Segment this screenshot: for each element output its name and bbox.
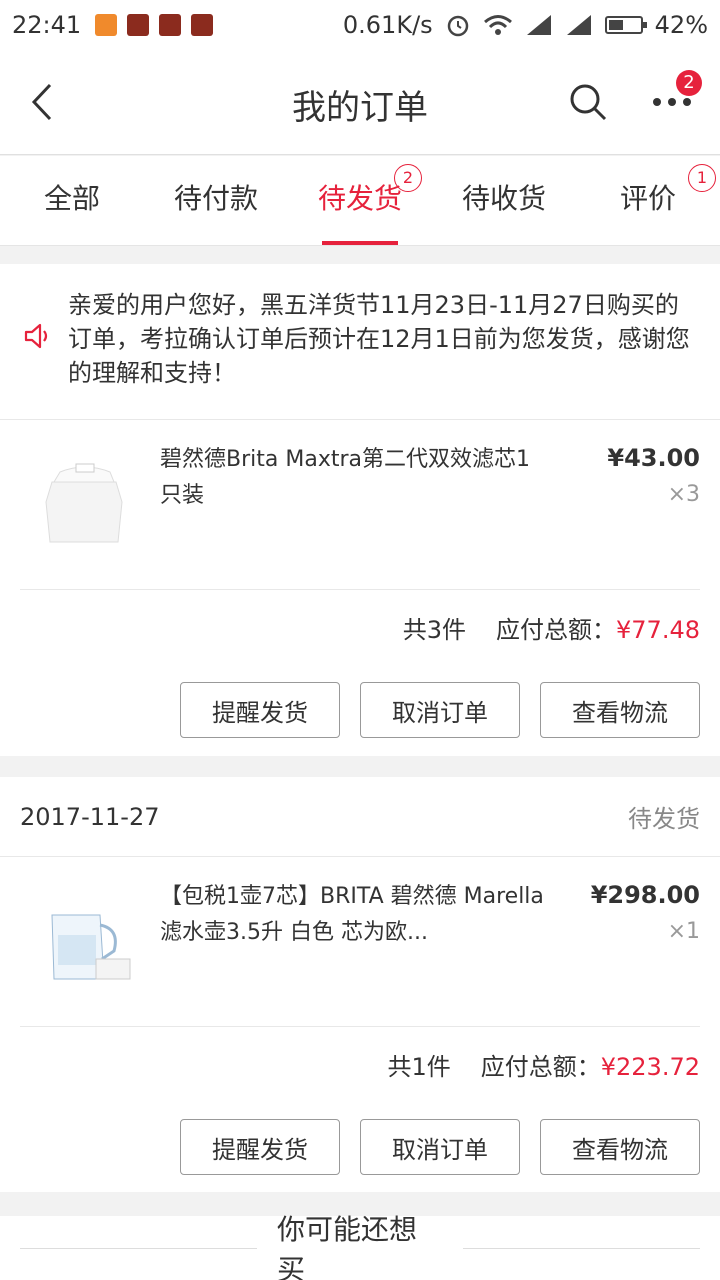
tab-review[interactable]: 评价 1 [576, 156, 720, 245]
product-quantity: ×1 [667, 919, 700, 944]
tab-label: 全部 [43, 182, 100, 215]
tab-label: 待发货 [317, 182, 402, 215]
divider-line [20, 1247, 258, 1249]
order-actions: 提醒发货 取消订单 查看物流 [0, 1107, 720, 1197]
tab-label: 待付款 [173, 182, 258, 215]
product-name: 碧然德Brita Maxtra第二代双效滤芯1只装 [160, 447, 530, 508]
speaker-icon [24, 323, 48, 349]
tab-pending-payment[interactable]: 待付款 [144, 156, 288, 245]
notice-text: 亲爱的用户您好，黑五洋货节11月23日-11月27日购买的订单，考拉确认订单后预… [68, 291, 690, 387]
product-price: ¥43.00 [607, 444, 700, 472]
remind-shipment-button[interactable]: 提醒发货 [180, 1119, 340, 1175]
signal-icon [526, 15, 551, 35]
back-button[interactable] [22, 80, 62, 124]
divider-line [462, 1247, 700, 1249]
notification-app-icon [127, 14, 150, 36]
view-logistics-button[interactable]: 查看物流 [540, 1119, 700, 1175]
total-amount: ¥77.48 [616, 616, 700, 644]
total-label: 应付总额： [480, 1053, 601, 1081]
status-bar: 22:41 0.61K/s 42% [0, 0, 720, 50]
product-quantity: ×3 [667, 482, 700, 507]
alarm-icon [447, 15, 468, 37]
item-count: 共1件 [387, 1053, 451, 1081]
tab-all[interactable]: 全部 [0, 156, 144, 245]
product-price: ¥298.00 [590, 881, 700, 909]
total-amount: ¥223.72 [600, 1053, 700, 1081]
wifi-icon [483, 15, 512, 35]
page-title: 我的订单 [292, 88, 428, 128]
network-speed: 0.61K/s [342, 11, 433, 39]
order-summary: 共3件 应付总额：¥77.48 [0, 590, 720, 670]
order-summary: 共1件 应付总额：¥223.72 [0, 1027, 720, 1107]
tab-pending-receipt[interactable]: 待收货 [432, 156, 576, 245]
tab-label: 待收货 [461, 182, 546, 215]
notification-app-icon [95, 14, 118, 36]
product-name: 【包税1壶7芯】BRITA 碧然德 Marella滤水壶3.5升 白色 芯为欧.… [160, 884, 544, 945]
cancel-order-button[interactable]: 取消订单 [360, 682, 520, 738]
tab-pending-shipment[interactable]: 待发货 2 [288, 156, 432, 245]
total-label: 应付总额： [496, 616, 617, 644]
status-time: 22:41 [12, 11, 82, 39]
notification-app-icon [191, 14, 214, 36]
battery-icon [604, 16, 647, 34]
search-button[interactable] [566, 80, 610, 124]
order-item[interactable]: 碧然德Brita Maxtra第二代双效滤芯1只装 ¥43.00 ×3 [20, 420, 700, 590]
shipping-notice: 亲爱的用户您好，黑五洋货节11月23日-11月27日购买的订单，考拉确认订单后预… [0, 264, 720, 420]
tab-badge: 1 [688, 164, 716, 192]
view-logistics-button[interactable]: 查看物流 [540, 682, 700, 738]
notification-app-icon [159, 14, 182, 36]
remind-shipment-button[interactable]: 提醒发货 [180, 682, 340, 738]
back-arrow-icon [31, 83, 52, 121]
order-card: 亲爱的用户您好，黑五洋货节11月23日-11月27日购买的订单，考拉确认订单后预… [0, 264, 720, 756]
order-tabs: 全部 待付款 待发货 2 待收货 评价 1 [0, 156, 720, 246]
recommendations-header: 你可能还想买 [0, 1213, 720, 1280]
more-badge: 2 [676, 70, 702, 96]
order-header: 2017-11-27 待发货 [0, 777, 720, 857]
search-icon [570, 84, 607, 121]
order-actions: 提醒发货 取消订单 查看物流 [0, 670, 720, 760]
product-image [45, 463, 123, 543]
tab-badge: 2 [394, 164, 422, 192]
order-card: 2017-11-27 待发货 【包税1壶7芯】BRITA 碧然德 Marella… [0, 777, 720, 1192]
active-tab-indicator [322, 241, 398, 245]
item-count: 共3件 [402, 616, 467, 644]
nav-bar: 我的订单 [0, 50, 720, 155]
order-status: 待发货 [628, 805, 700, 833]
signal-icon [566, 15, 591, 35]
tab-label: 评价 [619, 182, 676, 215]
order-item[interactable]: 【包税1壶7芯】BRITA 碧然德 Marella滤水壶3.5升 白色 芯为欧.… [20, 857, 700, 1027]
cancel-order-button[interactable]: 取消订单 [360, 1119, 520, 1175]
order-date: 2017-11-27 [20, 802, 160, 831]
recommendations-title: 你可能还想买 [277, 1213, 418, 1280]
battery-percent: 42% [654, 11, 708, 39]
product-image [51, 914, 131, 980]
